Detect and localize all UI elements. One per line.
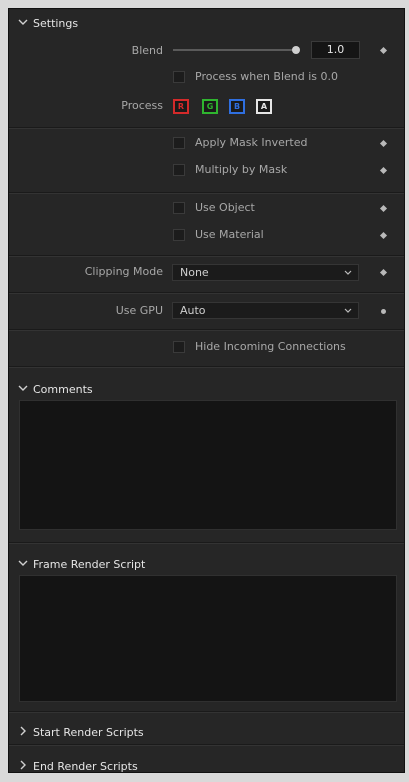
blend-label: Blend [131,44,163,57]
channel-red-button[interactable]: R [173,99,189,114]
clipping-mode-value: None [180,266,209,279]
divider [9,192,404,194]
multiply-by-mask-checkbox[interactable] [173,164,185,176]
keyframe-diamond-icon[interactable] [379,231,388,240]
keyframe-dot-icon[interactable] [381,309,386,314]
use-object-checkbox[interactable] [173,202,185,214]
divider [9,711,404,713]
chevron-down-icon [18,19,28,25]
end-render-scripts-title: End Render Scripts [33,760,138,773]
keyframe-diamond-icon[interactable] [379,139,388,148]
multiply-by-mask-label: Multiply by Mask [195,163,288,176]
chevron-down-icon [344,270,352,275]
divider [9,366,404,368]
use-material-checkbox[interactable] [173,229,185,241]
apply-mask-inverted-label: Apply Mask Inverted [195,136,308,149]
chevron-down-icon [18,560,28,566]
keyframe-diamond-icon[interactable] [379,46,388,55]
channel-blue-button[interactable]: B [229,99,245,114]
process-when-blend-zero-label: Process when Blend is 0.0 [195,70,339,83]
process-label: Process [121,99,163,112]
chevron-right-icon [20,760,26,770]
hide-incoming-connections-checkbox[interactable] [173,341,185,353]
chevron-down-icon [18,385,28,391]
start-render-scripts-title: Start Render Scripts [33,726,144,739]
apply-mask-inverted-checkbox[interactable] [173,137,185,149]
inspector-panel: Settings Blend 1.0 Process when Blend is… [8,8,405,773]
chevron-right-icon [20,726,26,736]
blend-slider-thumb[interactable] [292,46,300,54]
divider [9,744,404,746]
clipping-mode-dropdown[interactable]: None [172,264,359,281]
use-gpu-dropdown[interactable]: Auto [172,302,359,319]
use-gpu-label: Use GPU [115,304,163,317]
use-object-label: Use Object [195,201,255,214]
settings-header[interactable]: Settings [9,9,404,39]
keyframe-diamond-icon[interactable] [379,268,388,277]
comments-title: Comments [33,383,93,396]
clipping-mode-label: Clipping Mode [84,265,163,278]
settings-title: Settings [33,17,79,30]
hide-incoming-connections-label: Hide Incoming Connections [195,340,346,353]
divider [9,542,404,544]
divider [9,329,404,331]
blend-value-field[interactable]: 1.0 [311,41,360,59]
frame-render-script-textarea[interactable] [19,575,397,702]
comments-textarea[interactable] [19,400,397,530]
frame-render-script-title: Frame Render Script [33,558,146,571]
keyframe-diamond-icon[interactable] [379,204,388,213]
keyframe-diamond-icon[interactable] [379,166,388,175]
divider [9,292,404,294]
blend-slider[interactable] [173,49,297,51]
end-render-scripts-header[interactable]: End Render Scripts [9,752,404,782]
chevron-down-icon [344,308,352,313]
channel-green-button[interactable]: G [202,99,218,114]
process-when-blend-zero-checkbox[interactable] [173,71,185,83]
use-gpu-value: Auto [180,304,206,317]
channel-alpha-button[interactable]: A [256,99,272,114]
divider [9,255,404,257]
divider [9,127,404,129]
use-material-label: Use Material [195,228,264,241]
